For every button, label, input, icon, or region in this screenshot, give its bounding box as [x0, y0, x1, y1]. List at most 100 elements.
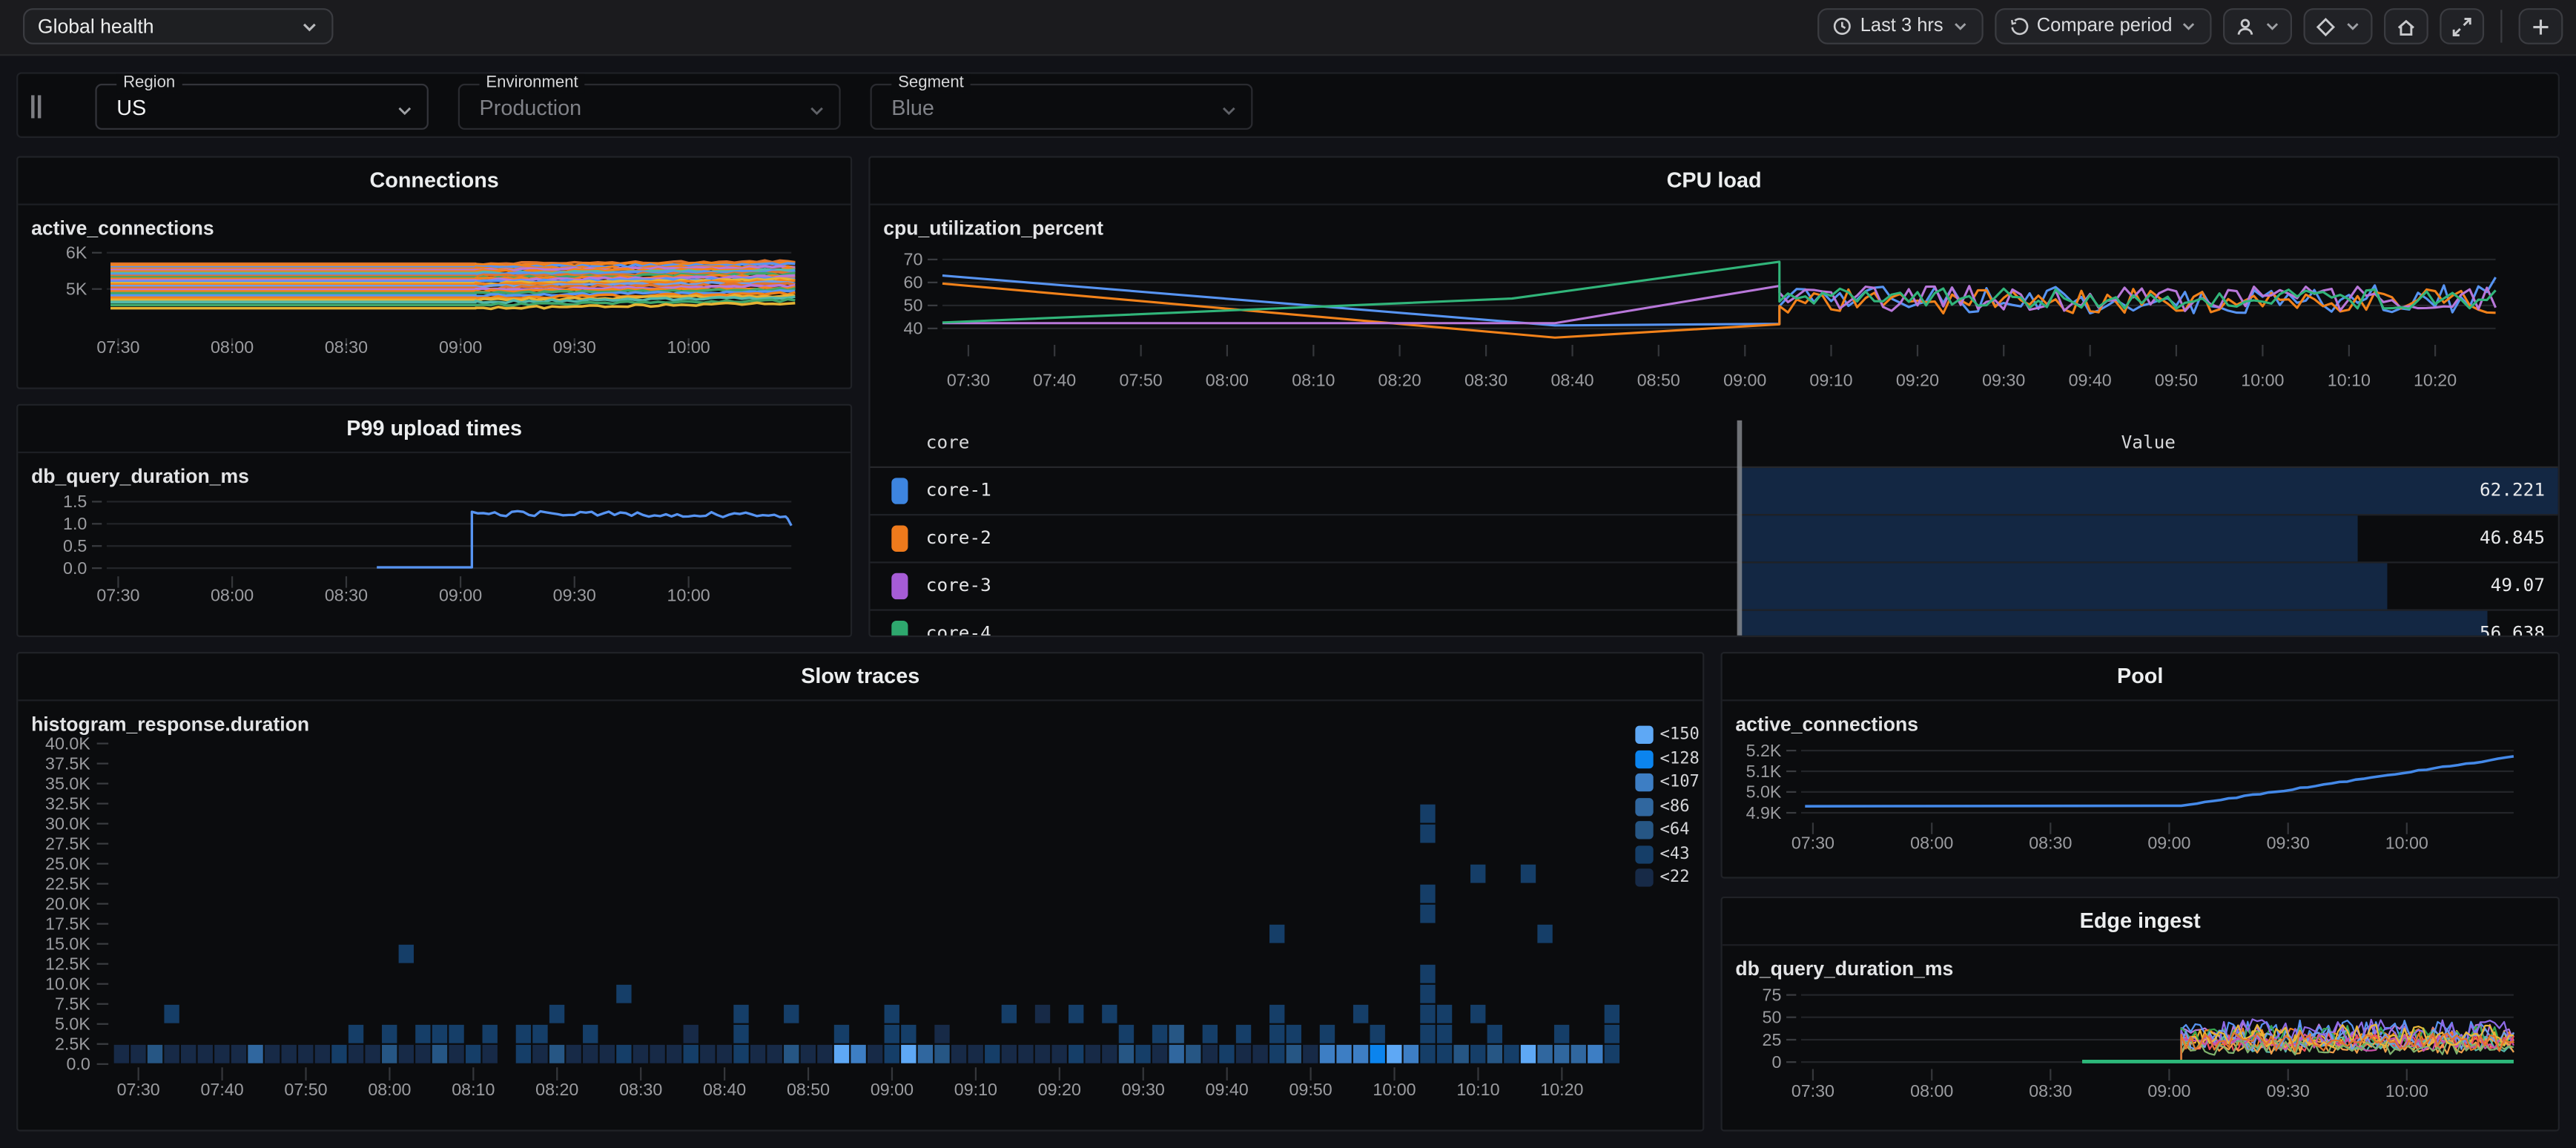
- svg-text:07:30: 07:30: [96, 337, 139, 357]
- core-value: 56.638: [2480, 611, 2545, 637]
- svg-text:0.5: 0.5: [63, 536, 87, 555]
- chevron-down-icon: [1220, 102, 1238, 119]
- svg-text:7.5K: 7.5K: [55, 994, 90, 1014]
- legend-swatch: [1635, 868, 1653, 886]
- svg-text:09:40: 09:40: [2069, 370, 2112, 389]
- svg-text:08:30: 08:30: [325, 585, 368, 604]
- table-row[interactable]: core-246.845: [871, 515, 2558, 563]
- legend-swatch: [1635, 797, 1653, 815]
- person-icon: [2235, 16, 2256, 37]
- svg-text:09:00: 09:00: [2147, 834, 2190, 853]
- compare-period-button[interactable]: Compare period: [1994, 8, 2211, 44]
- svg-text:08:30: 08:30: [619, 1080, 662, 1099]
- svg-text:08:10: 08:10: [1292, 370, 1335, 389]
- clock-icon: [1832, 16, 1852, 36]
- svg-text:08:00: 08:00: [211, 585, 254, 604]
- svg-text:09:20: 09:20: [1038, 1080, 1081, 1099]
- table-row[interactable]: core-162.221: [871, 468, 2558, 515]
- svg-text:60: 60: [904, 273, 923, 292]
- svg-text:20.0K: 20.0K: [45, 894, 90, 913]
- time-range-button[interactable]: Last 3 hrs: [1817, 8, 1983, 44]
- legend-item[interactable]: <86: [1635, 797, 1700, 815]
- legend-label: <107: [1660, 773, 1700, 791]
- p99-chart[interactable]: 1.51.00.50.007:3008:0008:3009:0009:3010:…: [18, 406, 851, 636]
- svg-text:09:20: 09:20: [1896, 370, 1939, 389]
- svg-text:50: 50: [1763, 1007, 1782, 1026]
- legend-item[interactable]: <128: [1635, 750, 1700, 768]
- value-bar: [1739, 468, 2560, 514]
- chevron-down-icon: [300, 17, 318, 35]
- cpu-load-chart[interactable]: 7060504007:3007:4007:5008:0008:1008:2008…: [871, 158, 2558, 418]
- svg-text:09:00: 09:00: [439, 337, 482, 357]
- legend-item[interactable]: <107: [1635, 773, 1700, 791]
- table-row[interactable]: core-349.07: [871, 563, 2558, 610]
- segment-select-value: Blue: [891, 95, 934, 119]
- svg-text:07:40: 07:40: [201, 1080, 244, 1099]
- dashboard-select-value: Global health: [38, 15, 154, 38]
- expand-button[interactable]: [2440, 8, 2484, 44]
- legend-label: <64: [1660, 821, 1690, 839]
- legend-item[interactable]: <150: [1635, 726, 1700, 744]
- svg-text:10:00: 10:00: [667, 585, 710, 604]
- panel-slow-traces: Slow traces histogram_response.duration …: [16, 652, 1704, 1132]
- diamond-menu-button[interactable]: [2304, 8, 2373, 44]
- connections-chart[interactable]: 6K5K07:3008:0008:3009:0009:3010:00: [18, 158, 851, 388]
- diamond-icon: [2315, 16, 2336, 37]
- table-row[interactable]: core-456.638: [871, 611, 2558, 637]
- core-value: 46.845: [2480, 515, 2545, 561]
- svg-text:08:00: 08:00: [1910, 834, 1953, 853]
- chevron-down-icon: [1952, 18, 1968, 34]
- column-resize-handle[interactable]: [1737, 420, 1743, 636]
- column-header-core[interactable]: core: [926, 420, 970, 466]
- top-bar: Global health Last 3 hrs Compare period: [0, 0, 2576, 56]
- svg-text:07:30: 07:30: [117, 1080, 160, 1099]
- top-bar-actions: Last 3 hrs Compare period: [1817, 8, 2563, 44]
- svg-text:09:00: 09:00: [439, 585, 482, 604]
- edge-ingest-chart[interactable]: 755025007:3008:0008:3009:0009:3010:00: [1723, 898, 2558, 1129]
- svg-text:08:40: 08:40: [703, 1080, 746, 1099]
- dashboard-select[interactable]: Global health: [23, 8, 333, 44]
- panel-edge-ingest: Edge ingest db_query_duration_ms 7550250…: [1720, 897, 2559, 1132]
- svg-text:09:30: 09:30: [553, 585, 596, 604]
- slow-traces-heatmap[interactable]: 0.02.5K5.0K7.5K10.0K12.5K15.0K17.5K20.0K…: [18, 653, 1703, 1129]
- svg-text:10:10: 10:10: [2328, 370, 2371, 389]
- toolbar-divider: [2500, 10, 2502, 42]
- core-name: core-3: [926, 563, 991, 609]
- cpu-table-header[interactable]: core Value: [871, 420, 2558, 468]
- core-value: 62.221: [2480, 468, 2545, 514]
- svg-text:07:30: 07:30: [947, 370, 990, 389]
- user-menu-button[interactable]: [2223, 8, 2292, 44]
- svg-text:08:00: 08:00: [1206, 370, 1249, 389]
- svg-text:08:30: 08:30: [2029, 834, 2072, 853]
- drag-handle-icon[interactable]: [31, 95, 44, 118]
- svg-text:22.5K: 22.5K: [45, 874, 90, 893]
- compare-period-label: Compare period: [2037, 16, 2173, 36]
- series-color-swatch: [891, 526, 908, 552]
- region-select[interactable]: Region US: [95, 84, 428, 130]
- svg-text:08:20: 08:20: [535, 1080, 578, 1099]
- svg-text:09:50: 09:50: [1289, 1080, 1332, 1099]
- chevron-down-icon: [2345, 18, 2361, 34]
- svg-text:37.5K: 37.5K: [45, 753, 90, 773]
- svg-text:5.0K: 5.0K: [1746, 782, 1782, 802]
- segment-select[interactable]: Segment Blue: [871, 84, 1253, 130]
- home-button[interactable]: [2384, 8, 2428, 44]
- filter-bar: Region US Environment Production Segment…: [16, 72, 2560, 138]
- legend-item[interactable]: <22: [1635, 868, 1700, 886]
- svg-text:0.0: 0.0: [66, 1055, 90, 1074]
- svg-text:30.0K: 30.0K: [45, 814, 90, 833]
- svg-text:09:40: 09:40: [1206, 1080, 1249, 1099]
- add-panel-button[interactable]: [2519, 8, 2563, 44]
- legend-item[interactable]: <43: [1635, 845, 1700, 862]
- column-header-value[interactable]: Value: [1739, 420, 2558, 466]
- legend-item[interactable]: <64: [1635, 821, 1700, 839]
- pool-chart[interactable]: 5.2K5.1K5.0K4.9K07:3008:0008:3009:0009:3…: [1723, 653, 2558, 877]
- svg-text:35.0K: 35.0K: [45, 773, 90, 793]
- svg-text:08:00: 08:00: [368, 1080, 411, 1099]
- svg-text:09:00: 09:00: [871, 1080, 914, 1099]
- svg-text:25.0K: 25.0K: [45, 854, 90, 873]
- environment-select[interactable]: Environment Production: [458, 84, 841, 130]
- dashboard-root: Global health Last 3 hrs Compare period: [0, 0, 2576, 1148]
- panel-connections: Connections active_connections 6K5K07:30…: [16, 156, 852, 389]
- time-range-label: Last 3 hrs: [1860, 16, 1943, 36]
